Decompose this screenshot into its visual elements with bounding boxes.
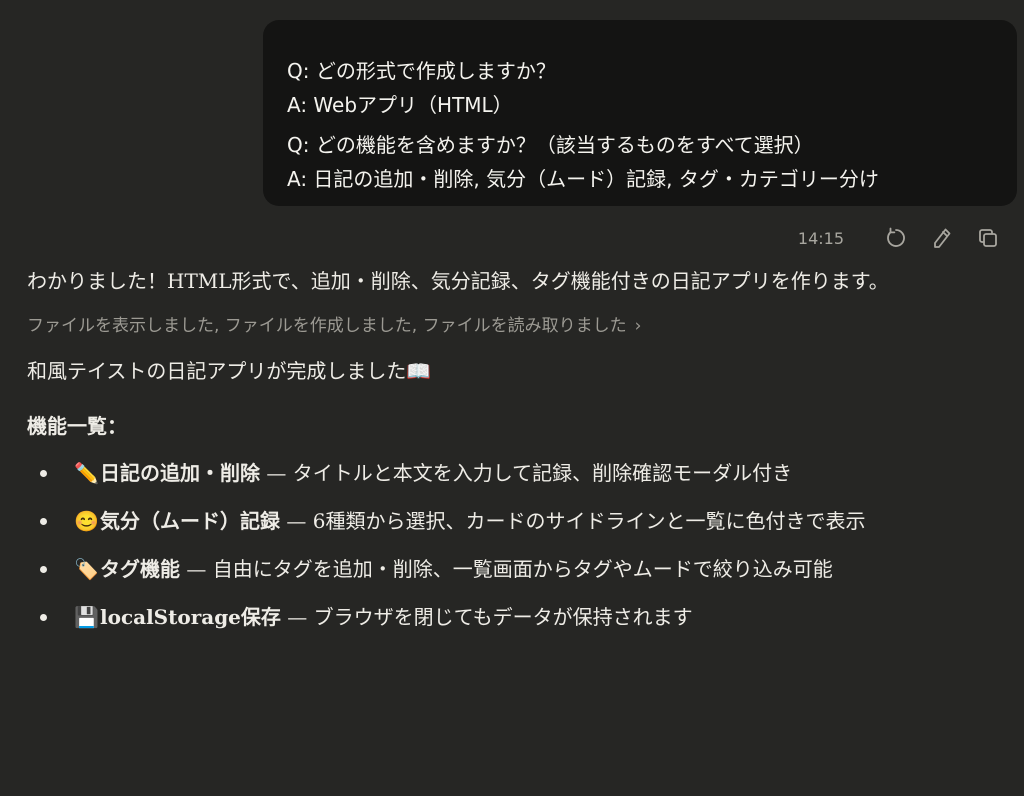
smiley-icon: 😊	[74, 509, 99, 533]
tool-activity-summary[interactable]: ファイルを表示しました, ファイルを作成しました, ファイルを読み取りました ›	[27, 312, 987, 340]
question-1: Q: どの形式で作成しますか？	[287, 59, 556, 83]
pencil-icon: ✏️	[74, 461, 99, 485]
floppy-disk-icon: 💾	[74, 605, 99, 629]
retry-button[interactable]	[880, 222, 912, 254]
feature-item: 😊気分（ムード）記録 — 6種類から選択、カードのサイドラインと一覧に色付きで表…	[27, 502, 949, 540]
edit-icon	[934, 228, 951, 248]
answer-1: A: Webアプリ（HTML）	[287, 93, 513, 117]
question-2: Q: どの機能を含めますか？（該当するものをすべて選択）	[287, 133, 814, 157]
features-heading: 機能一覧：	[27, 414, 127, 438]
feature-description: — 自由にタグを追加・削除、一覧画面からタグやムードで絞り込み可能	[180, 557, 833, 581]
feature-item: 💾localStorage保存 — ブラウザを閉じてもデータが保持されます	[27, 598, 949, 636]
user-message-bubble: Q: どの形式で作成しますか？ A: Webアプリ（HTML） Q: どの機能を…	[263, 20, 1017, 206]
feature-title: localStorage保存	[100, 605, 281, 629]
message-actions: 14:15	[798, 222, 1004, 254]
copy-button[interactable]	[972, 222, 1004, 254]
completion-message: 和風テイストの日記アプリが完成しました📖	[27, 359, 432, 383]
feature-item: ✏️日記の追加・削除 — タイトルと本文を入力して記録、削除確認モーダル付き	[27, 454, 949, 492]
tag-icon: 🏷️	[74, 557, 99, 581]
edit-button[interactable]	[926, 222, 958, 254]
message-timestamp: 14:15	[797, 228, 844, 248]
feature-description: — タイトルと本文を入力して記録、削除確認モーダル付き	[260, 461, 793, 485]
copy-icon	[979, 229, 997, 247]
feature-list: ✏️日記の追加・削除 — タイトルと本文を入力して記録、削除確認モーダル付き 😊…	[27, 454, 987, 636]
chevron-right-icon: ›	[634, 316, 642, 336]
feature-title: タグ機能	[100, 557, 180, 581]
retry-icon	[887, 227, 905, 247]
tool-activity-text: ファイルを表示しました, ファイルを作成しました, ファイルを読み取りました	[27, 316, 627, 336]
feature-description: — ブラウザを閉じてもデータが保持されます	[280, 605, 693, 629]
feature-item: 🏷️タグ機能 — 自由にタグを追加・削除、一覧画面からタグやムードで絞り込み可能	[27, 550, 949, 588]
feature-title: 気分（ムード）記録	[100, 509, 280, 533]
feature-title: 日記の追加・削除	[100, 461, 260, 485]
answer-2: A: 日記の追加・削除, 気分（ムード）記録, タグ・カテゴリー分け	[287, 167, 879, 191]
feature-description: — 6種類から選択、カードのサイドラインと一覧に色付きで表示	[280, 509, 866, 533]
assistant-message: わかりました！HTML形式で、追加・削除、気分記録、タグ機能付きの日記アプリを作…	[27, 262, 987, 646]
assistant-intro: わかりました！HTML形式で、追加・削除、気分記録、タグ機能付きの日記アプリを作…	[27, 269, 889, 293]
